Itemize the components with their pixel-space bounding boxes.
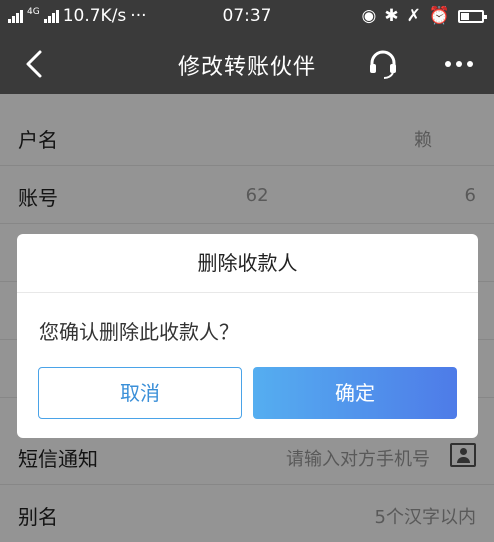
dialog-title: 删除收款人 (17, 234, 478, 293)
more-dots-icon[interactable] (442, 47, 476, 81)
dialog-message: 您确认删除此收款人？ (39, 320, 239, 344)
mute-icon: ✗ (406, 6, 421, 26)
cancel-button[interactable]: 取消 (38, 367, 242, 419)
headset-icon[interactable] (366, 47, 400, 81)
status-right: ◉ ✱ ✗ ⏰ (361, 6, 487, 26)
bluetooth-icon: ✱ (384, 6, 399, 26)
nav-bar: 修改转账伙伴 (0, 34, 494, 94)
status-bar: 4G 10.7K/s ··· 07:37 ◉ ✱ ✗ ⏰ (0, 0, 494, 34)
delete-payee-dialog: 删除收款人 您确认删除此收款人？ 取消 确定 (17, 234, 478, 438)
page-title: 修改转账伙伴 (177, 55, 316, 80)
battery-icon (458, 9, 487, 23)
location-icon: ◉ (361, 6, 377, 26)
confirm-button[interactable]: 确定 (253, 367, 457, 419)
alarm-icon: ⏰ (428, 6, 450, 26)
